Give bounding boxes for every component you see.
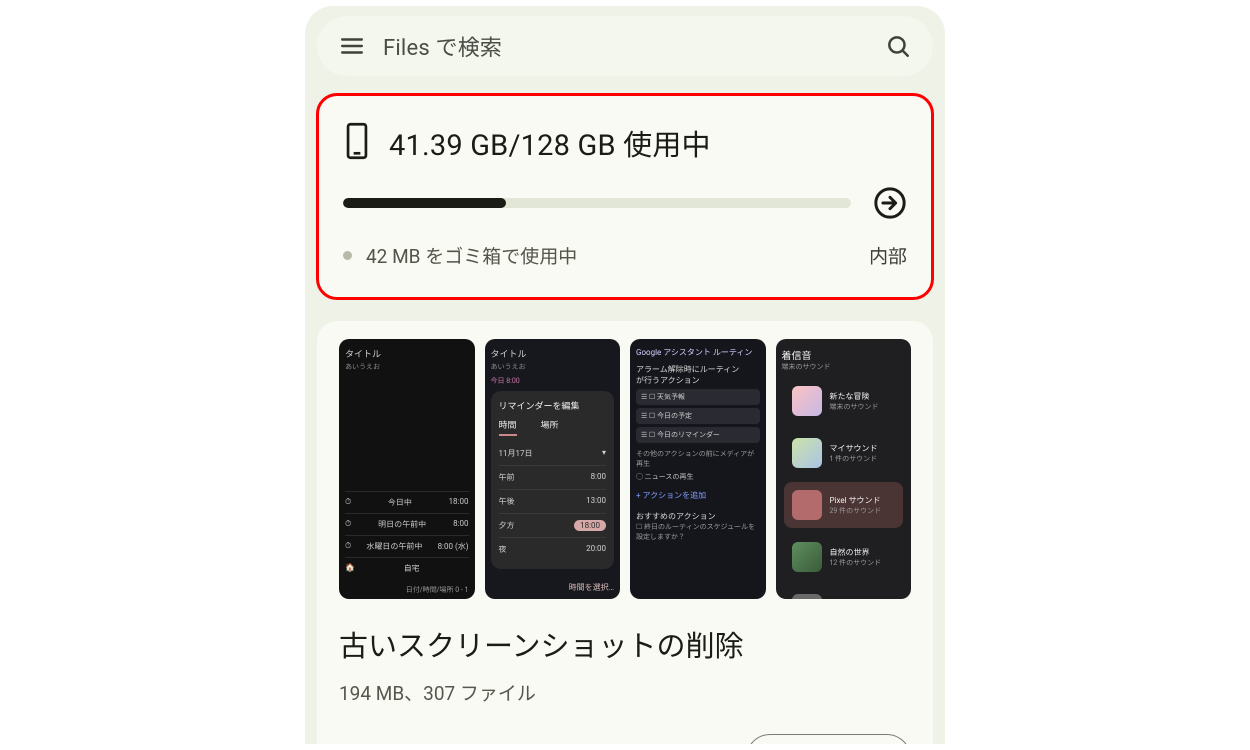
storage-usage-card[interactable]: 41.39 GB/128 GB 使用中 42 MB をゴミ箱で使用中 内部 [317,94,933,299]
select-files-button[interactable]: ファイルを選択 [746,734,911,744]
files-app-screen: Files で検索 41.39 GB/128 GB 使用中 42 MB をゴミ箱… [305,6,945,744]
screenshot-thumbnails-row: タイトル あいうえお ⏱今日中18:00 ⏱明日の午前中8:00 ⏱水曜日の午前… [339,339,911,599]
screenshot-thumbnail[interactable]: タイトル あいうえお 今日 8:00 リマインダーを編集 時間場所 11月17日… [485,339,621,599]
screenshot-thumbnail[interactable]: タイトル あいうえお ⏱今日中18:00 ⏱明日の午前中8:00 ⏱水曜日の午前… [339,339,475,599]
storage-progress-fill [343,198,506,208]
search-bar[interactable]: Files で検索 [317,16,933,76]
old-screenshots-card: タイトル あいうえお ⏱今日中18:00 ⏱明日の午前中8:00 ⏱水曜日の午前… [317,321,933,744]
search-icon[interactable] [885,33,911,59]
storage-progress-bar [343,198,851,208]
old-screenshots-subtitle: 194 MB、307 ファイル [339,679,911,706]
screenshot-thumbnail[interactable]: 着信音 端末のサウンド 新たな冒険端末のサウンド マイサウンド1 件のサウンド … [776,339,912,599]
thumb-title: タイトル [345,347,469,360]
thumb-subtitle: あいうえお [491,362,615,372]
thumb-title: タイトル [491,347,615,360]
arrow-right-circle-icon[interactable] [873,186,907,220]
old-screenshots-title: 古いスクリーンショットの削除 [339,623,911,665]
hamburger-menu-icon[interactable] [339,33,365,59]
phone-icon [343,122,371,164]
search-placeholder: Files で検索 [383,30,867,62]
screenshot-thumbnail[interactable]: Google アシスタント ルーティン アラーム解除時にルーティン が行うアクシ… [630,339,766,599]
trash-usage-text: 42 MB をゴミ箱で使用中 [366,242,869,269]
storage-usage-title: 41.39 GB/128 GB 使用中 [389,122,711,164]
trash-dot-indicator [343,251,352,260]
storage-location-label: 内部 [869,242,907,269]
thumb-subtitle: あいうえお [345,362,469,372]
